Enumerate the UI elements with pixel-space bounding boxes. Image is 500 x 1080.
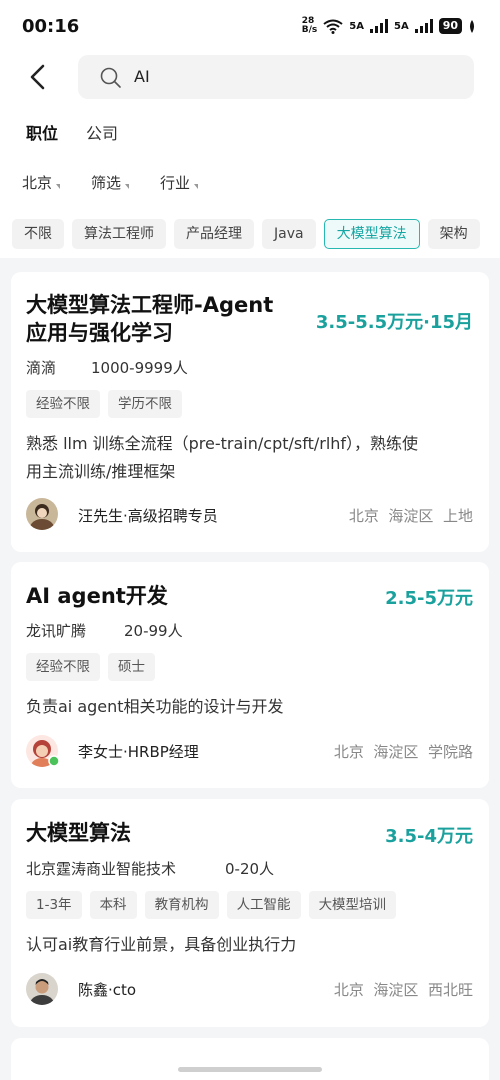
job-card[interactable]: AI agent开发 2.5-5万元 龙讯旷腾 20-99人 经验不限 硕士 负… (11, 562, 489, 788)
status-bar: 00:16 28 B/s 5A 5A 90 (0, 0, 500, 56)
search-icon (100, 67, 121, 88)
filter-screen[interactable]: 筛选 (91, 172, 130, 193)
job-tags: 1-3年 本科 教育机构 人工智能 大模型培训 (26, 891, 397, 919)
dropdown-triangle-icon (194, 184, 199, 189)
dropdown-triangle-icon (56, 184, 61, 189)
job-location: 北京 海淀区 上地 (349, 505, 473, 526)
job-salary: 2.5-5万元 (385, 588, 473, 609)
job-tags: 经验不限 硕士 (26, 653, 155, 681)
online-status-icon (48, 755, 60, 767)
job-card-partial[interactable] (11, 1038, 489, 1080)
status-icons: 28 B/s 5A 5A 90 (302, 17, 476, 35)
avatar (26, 973, 58, 1005)
job-title-line: 大模型算法工程师-Agent (26, 293, 274, 317)
chip-algorithm-engineer[interactable]: 算法工程师 (72, 219, 166, 249)
search-box[interactable]: AI (78, 55, 474, 99)
filter-city[interactable]: 北京 (22, 172, 61, 193)
recruiter-name: 李女士·HRBP经理 (78, 743, 199, 761)
job-location: 北京 海淀区 西北旺 (334, 979, 473, 1000)
job-tag: 教育机构 (144, 891, 219, 919)
status-time: 00:16 (22, 16, 80, 37)
filter-industry[interactable]: 行业 (160, 172, 199, 193)
wifi-icon (323, 19, 343, 34)
company-name: 滴滴 (26, 359, 57, 377)
chip-architecture[interactable]: 架构 (427, 219, 480, 249)
company-size: 20-99人 (124, 622, 183, 640)
job-title: 大模型算法 (26, 821, 131, 845)
network-speed-unit: B/s (301, 25, 318, 35)
chip-java[interactable]: Java (262, 219, 316, 249)
job-tags: 经验不限 学历不限 (26, 390, 182, 418)
job-tag: 大模型培训 (308, 891, 397, 919)
job-tag: 本科 (89, 891, 137, 919)
location-district: 海淀区 (388, 507, 434, 525)
company-name: 北京霆涛商业智能技术 (26, 860, 177, 878)
job-salary: 3.5-5.5万元·15月 (315, 312, 473, 333)
location-area: 西北旺 (427, 981, 473, 999)
location-district: 海淀区 (373, 981, 419, 999)
tab-companies[interactable]: 公司 (86, 120, 118, 144)
location-area: 上地 (442, 507, 473, 525)
network-speed: 28 B/s (302, 17, 318, 35)
job-description-line: 熟悉 llm 训练全流程（pre-train/cpt/sft/rlhf），熟练使 (26, 434, 419, 453)
filter-city-label: 北京 (22, 174, 53, 192)
job-tag: 1-3年 (26, 891, 82, 919)
sim2-label: 5A (393, 20, 409, 32)
job-title-line: 应用与强化学习 (26, 321, 173, 345)
job-title: 大模型算法工程师-Agent 应用与强化学习 (26, 291, 273, 347)
signal-icon-2 (414, 19, 433, 33)
job-description-line: 用主流训练/推理框架 (26, 462, 176, 481)
job-tag: 经验不限 (26, 653, 100, 681)
location-city: 北京 (333, 981, 364, 999)
recruiter-name: 汪先生·高级招聘专员 (78, 507, 218, 525)
search-input[interactable]: AI (134, 67, 150, 86)
company-size: 0-20人 (225, 860, 275, 878)
location-district: 海淀区 (373, 743, 419, 761)
job-description: 负责ai agent相关功能的设计与开发 (26, 697, 284, 716)
battery-icon: 90 (438, 18, 462, 34)
job-salary: 3.5-4万元 (385, 826, 473, 847)
tab-jobs[interactable]: 职位 (26, 120, 58, 144)
keyword-chips: 不限 算法工程师 产品经理 Java 大模型算法 架构 (12, 219, 480, 249)
job-card[interactable]: 大模型算法 3.5-4万元 北京霆涛商业智能技术 0-20人 1-3年 本科 教… (11, 799, 489, 1027)
sim1-label: 5A (349, 20, 364, 32)
signal-icon (369, 19, 388, 33)
home-indicator[interactable] (178, 1067, 322, 1072)
chip-unlimited[interactable]: 不限 (12, 219, 64, 249)
top-panel: 00:16 28 B/s 5A 5A 90 AI 职位 公司 北京 筛选 行业 … (0, 0, 500, 258)
location-area: 学院路 (427, 743, 473, 761)
job-location: 北京 海淀区 学院路 (334, 741, 473, 762)
location-city: 北京 (333, 743, 364, 761)
job-card[interactable]: 大模型算法工程师-Agent 应用与强化学习 3.5-5.5万元·15月 滴滴 … (11, 272, 489, 552)
job-tag: 学历不限 (108, 390, 182, 418)
filter-screen-label: 筛选 (91, 174, 122, 192)
avatar (26, 498, 58, 530)
job-description: 认可ai教育行业前景，具备创业执行力 (26, 935, 297, 954)
chip-llm-algorithm[interactable]: 大模型算法 (323, 219, 420, 249)
job-tag: 人工智能 (226, 891, 301, 919)
leaf-icon (470, 19, 474, 33)
job-tag: 硕士 (108, 653, 155, 681)
company-size: 1000-9999人 (91, 359, 188, 377)
job-tag: 经验不限 (26, 390, 100, 418)
job-description: 熟悉 llm 训练全流程（pre-train/cpt/sft/rlhf），熟练使… (26, 430, 474, 486)
dropdown-triangle-icon (125, 184, 130, 189)
back-arrow-icon[interactable] (26, 64, 52, 90)
chip-product-manager[interactable]: 产品经理 (174, 219, 254, 249)
recruiter-name: 陈鑫·cto (78, 981, 137, 999)
job-title: AI agent开发 (26, 584, 168, 608)
location-city: 北京 (348, 507, 379, 525)
filter-industry-label: 行业 (160, 174, 191, 192)
company-name: 龙讯旷腾 (26, 622, 87, 640)
